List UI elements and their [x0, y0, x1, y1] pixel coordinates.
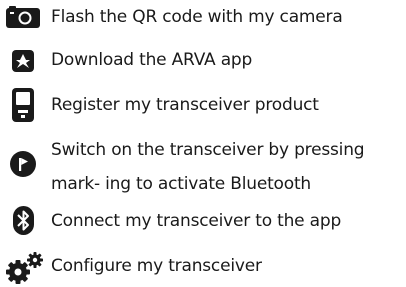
step-configure-transceiver: Configure my transceiver [0, 249, 406, 285]
power-flag-icon [10, 151, 36, 177]
step-text: Connect my transceiver to the app [51, 211, 342, 231]
step-text: Download the ARVA app [51, 50, 253, 70]
gears-icon [4, 251, 44, 285]
step-text: Switch on the transceiver by pressing ma… [51, 140, 365, 194]
step-register-product: Register my transceiver product [0, 86, 406, 124]
camera-icon [6, 6, 40, 28]
step-text: Flash the QR code with my camera [51, 7, 343, 27]
transceiver-device-icon [12, 88, 34, 122]
bluetooth-icon [13, 206, 34, 235]
step-download-app: Download the ARVA app [0, 43, 406, 77]
step-switch-on-transceiver: Switch on the transceiver by pressing ma… [0, 133, 406, 201]
step-text: Register my transceiver product [51, 95, 319, 115]
step-connect-app: Connect my transceiver to the app [0, 204, 406, 238]
step-text: Configure my transceiver [51, 256, 262, 276]
arva-app-icon [12, 50, 34, 72]
step-flash-qr-code: Flash the QR code with my camera [0, 0, 406, 34]
setup-steps-list: Flash the QR code with my camera Downloa… [0, 0, 406, 287]
